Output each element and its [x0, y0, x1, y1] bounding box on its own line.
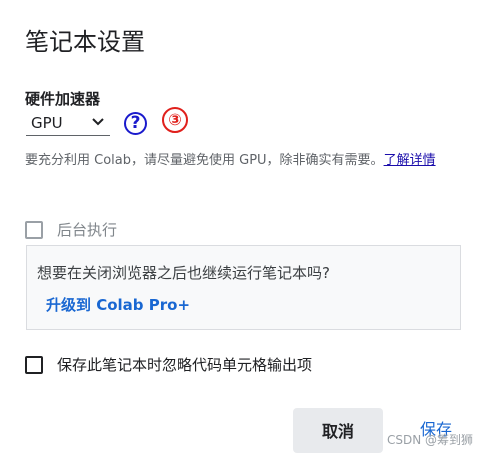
- upgrade-pro-link[interactable]: 升级到 Colab Pro+: [46, 294, 190, 315]
- background-exec-row: 后台执行: [25, 219, 117, 240]
- accelerator-label: 硬件加速器: [25, 90, 101, 108]
- accelerator-description: 要充分利用 Colab，请尽量避免使用 GPU，除非确实有需要。了解详情: [25, 149, 465, 173]
- promo-text: 想要在关闭浏览器之后也继续运行笔记本吗?: [37, 264, 330, 282]
- omit-output-row: 保存此笔记本时忽略代码单元格输出项: [25, 354, 312, 375]
- background-exec-checkbox[interactable]: [25, 220, 43, 239]
- background-exec-label: 后台执行: [57, 221, 118, 239]
- learn-more-link[interactable]: 了解详情: [384, 153, 436, 168]
- dialog-title: 笔记本设置: [25, 28, 145, 56]
- omit-output-label: 保存此笔记本时忽略代码单元格输出项: [57, 356, 313, 374]
- pro-upgrade-panel: 想要在关闭浏览器之后也继续运行笔记本吗? 升级到 Colab Pro+: [26, 245, 461, 330]
- omit-output-checkbox[interactable]: [25, 355, 43, 374]
- watermark-text: CSDN @筹到狮: [386, 433, 473, 447]
- step-marker: ③: [162, 107, 188, 133]
- accelerator-select[interactable]: GPU: [26, 112, 110, 136]
- accelerator-select-value: GPU: [31, 114, 63, 132]
- question-circle-icon[interactable]: ?: [124, 112, 147, 135]
- description-text: 要充分利用 Colab，请尽量避免使用 GPU，除非确实有需要。: [25, 153, 384, 168]
- chevron-down-icon: [92, 118, 104, 126]
- cancel-button[interactable]: 取消: [293, 408, 383, 453]
